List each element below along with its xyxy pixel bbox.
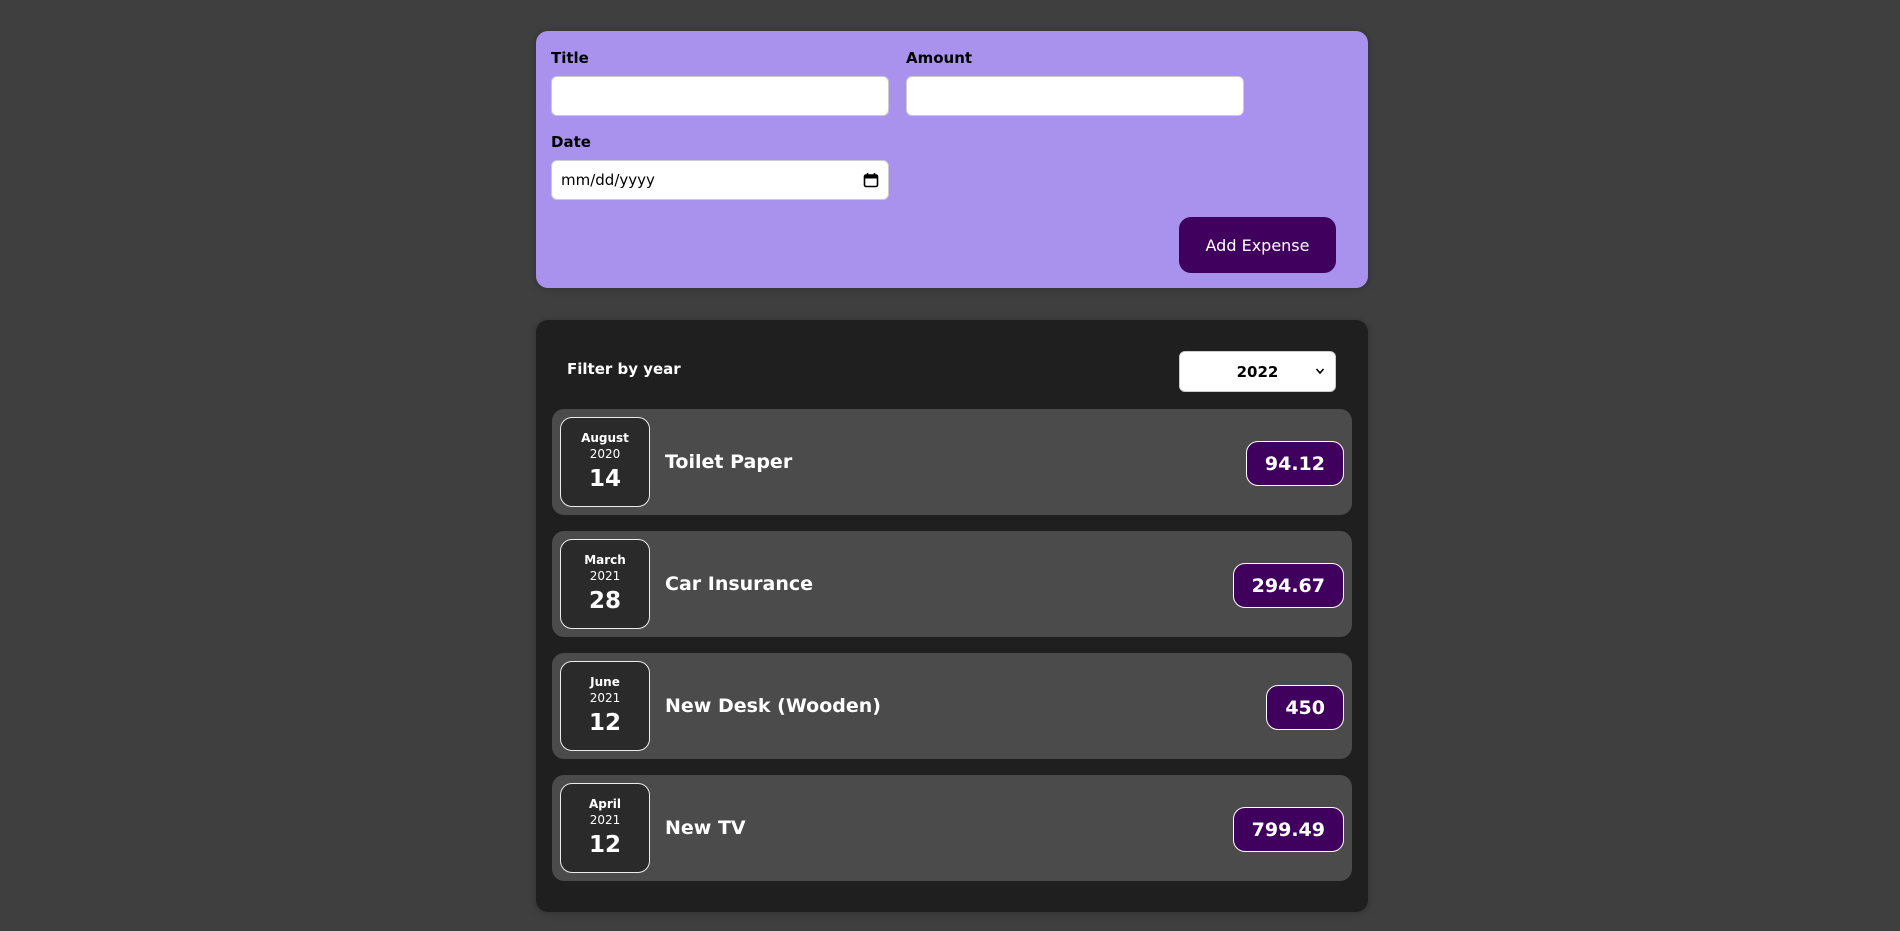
date-placeholder: mm/dd/yyyy [561,171,655,189]
expense-amount: 294.67 [1232,563,1344,608]
expense-date: April 2021 12 [560,783,650,873]
expense-date: August 2020 14 [560,417,650,507]
expense-month: March [584,553,626,567]
expense-amount: 799.49 [1232,807,1344,852]
new-expense-form: Title Amount Date mm/dd/yyyy Add Expense [536,31,1368,288]
expense-month: August [581,431,629,445]
expense-year: 2021 [589,691,621,705]
title-label: Title [551,49,589,67]
add-expense-button[interactable]: Add Expense [1179,217,1336,273]
expense-item[interactable]: August 2020 14 Toilet Paper 94.12 [552,409,1352,515]
date-label: Date [551,133,591,151]
amount-label: Amount [906,49,973,67]
title-input[interactable] [551,76,889,116]
filter-label: Filter by year [567,360,681,378]
expenses-panel: Filter by year 2022 August 2020 14 Toile… [536,320,1368,912]
page: Title Amount Date mm/dd/yyyy Add Expense… [0,0,1900,931]
expense-year: 2021 [589,569,621,583]
amount-field: Amount [906,49,1244,116]
title-field: Title [551,49,889,116]
expense-title: Car Insurance [665,573,814,595]
expense-item[interactable]: March 2021 28 Car Insurance 294.67 [552,531,1352,637]
expense-year: 2020 [589,447,621,461]
expense-amount: 94.12 [1245,441,1344,486]
amount-input[interactable] [906,76,1244,116]
expense-year: 2021 [589,813,621,827]
expense-month: June [590,675,620,689]
year-filter-value: 2022 [1236,362,1279,381]
date-field: Date mm/dd/yyyy [551,133,889,200]
expense-item[interactable]: April 2021 12 New TV 799.49 [552,775,1352,881]
expense-amount: 450 [1266,685,1344,730]
expense-item[interactable]: June 2021 12 New Desk (Wooden) 450 [552,653,1352,759]
expense-day: 14 [588,466,621,492]
expense-title: New TV [665,817,746,839]
expense-date: June 2021 12 [560,661,650,751]
year-filter-select[interactable]: 2022 [1179,351,1336,392]
expense-title: New Desk (Wooden) [665,695,881,717]
calendar-icon[interactable] [863,172,879,188]
expense-day: 12 [588,710,621,736]
expense-title: Toilet Paper [665,451,793,473]
expense-date: March 2021 28 [560,539,650,629]
expense-day: 12 [588,832,621,858]
chevron-down-icon [1315,368,1325,375]
date-input[interactable]: mm/dd/yyyy [551,160,889,200]
expense-day: 28 [588,588,621,614]
expense-month: April [588,797,622,811]
